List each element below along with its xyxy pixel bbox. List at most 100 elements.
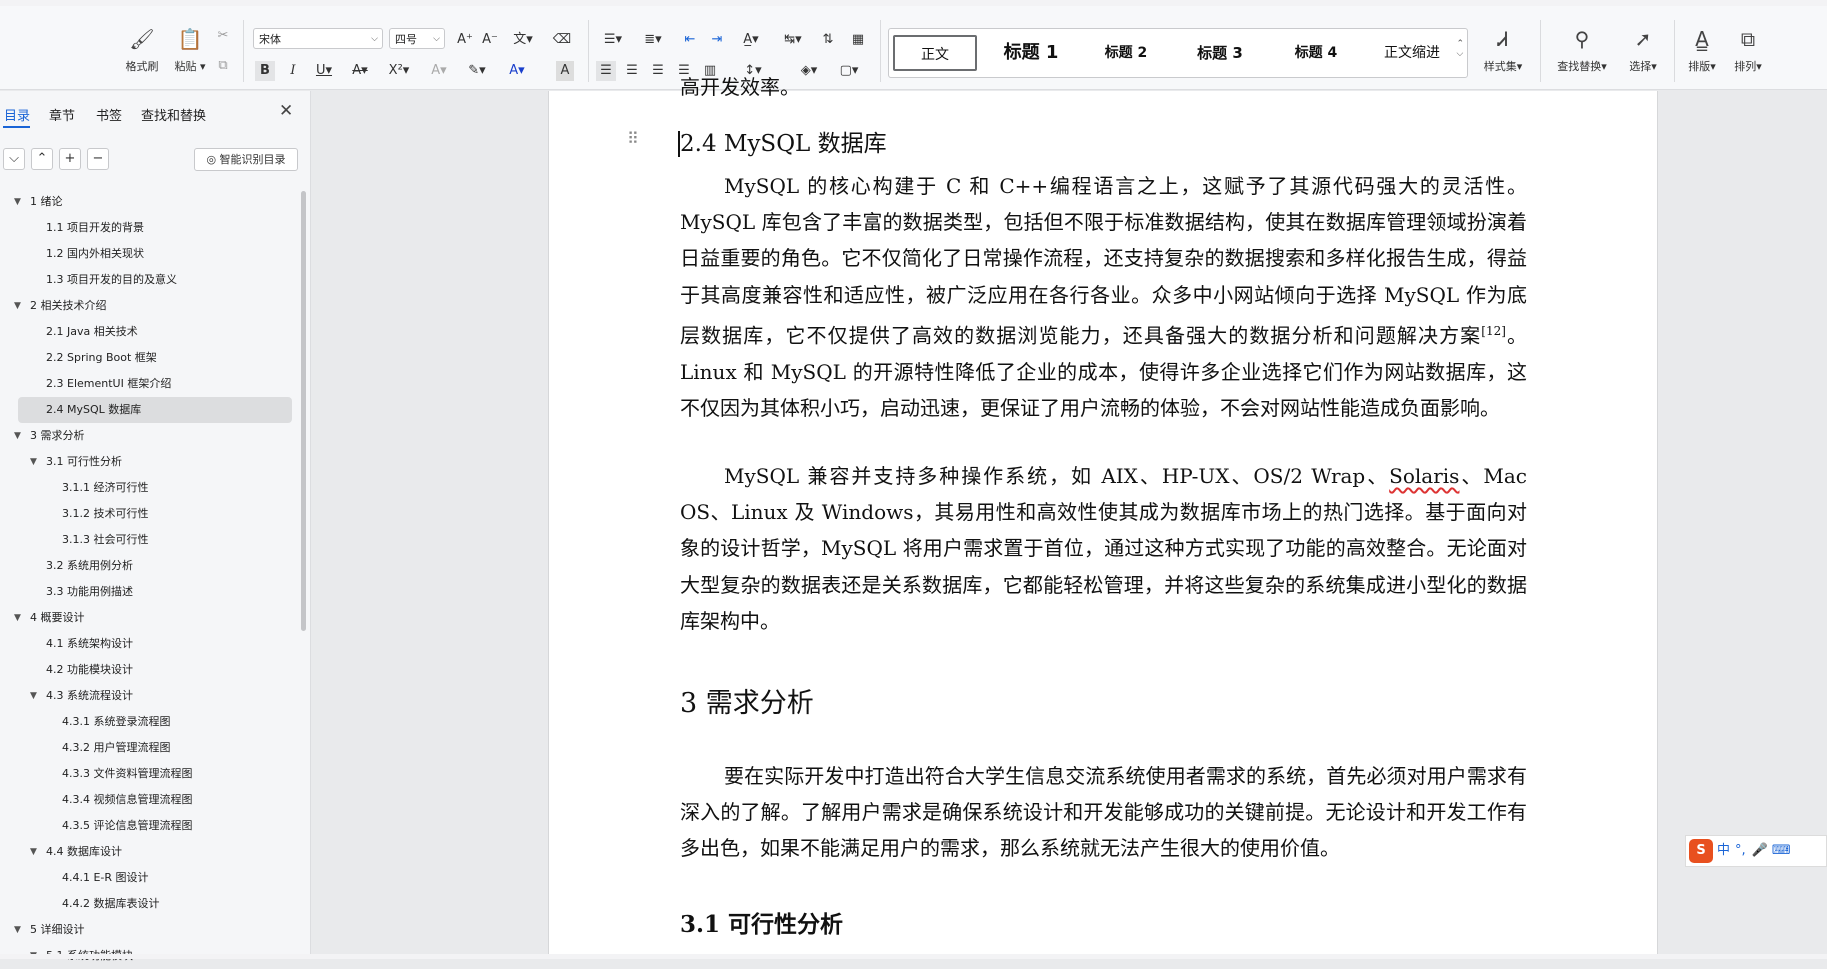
remove-heading-button[interactable]: − [87,148,109,170]
toc-item[interactable]: 4.1 系统架构设计 [0,631,300,657]
expand-caret-icon[interactable]: ▼ [14,189,21,215]
numbered-list-icon[interactable]: ≣▾ [638,30,668,50]
toc-item[interactable]: 3.1.1 经济可行性 [0,475,300,501]
toc-item[interactable]: ▼ 4.3 系统流程设计 [0,683,300,709]
toc-item[interactable]: ▼ 1 绪论 [0,189,300,215]
collapse-button[interactable]: ⌵ [3,148,25,170]
toc-item[interactable]: 4.3.1 系统登录流程图 [0,709,300,735]
toc-item[interactable]: 4.3.4 视频信息管理流程图 [0,787,300,813]
toc-item[interactable]: 3.1.3 社会可行性 [0,527,300,553]
grow-font-icon[interactable]: A⁺ [455,30,475,50]
bullet-list-icon[interactable]: ☰▾ [598,30,628,50]
keyboard-icon[interactable]: ⌨ [1772,843,1791,858]
clear-format-icon[interactable]: ⌫ [552,30,572,50]
expand-caret-icon[interactable]: ▼ [14,293,21,319]
decrease-indent-icon[interactable]: ⇤ [680,30,700,50]
cut-icon[interactable]: ✂ [212,26,234,46]
scrollbar[interactable] [301,191,306,631]
toc-item[interactable]: 4.3.3 文件资料管理流程图 [0,761,300,787]
toc-item[interactable]: ▼ 4.4 数据库设计 [0,839,300,865]
gallery-scroll-icon[interactable]: ⌃ ⌵ [1456,39,1464,59]
paste-button[interactable]: 📋 粘贴 ▾ [168,26,212,74]
add-heading-button[interactable]: + [59,148,81,170]
smart-toc-button[interactable]: ◎ 智能识别目录 [194,148,298,171]
text-direction-icon[interactable]: A̲▾ [736,30,766,50]
char-shading-icon[interactable]: A [556,61,574,81]
expand-button[interactable]: ⌃ [31,148,53,170]
document-area[interactable]: 高开发效率。 ⠿ 2.4 MySQL 数据库 MySQL 的核心构建于 C 和 … [312,75,1827,959]
toc-item[interactable]: ▼ 3 需求分析 [0,423,300,449]
toc-item[interactable]: 4.4.2 数据库表设计 [0,891,300,917]
style-set-button[interactable]: Ꮧ 样式集▾ [1476,26,1530,74]
toc-item[interactable]: ▼ 5 详细设计 [0,917,300,943]
drag-handle-icon[interactable]: ⠿ [627,129,639,148]
find-replace-button[interactable]: ⚲ 查找替换▾ [1550,26,1614,74]
text-effect-icon[interactable]: A▾ [424,61,454,81]
arrange-button[interactable]: ⧉ 排列▾ [1726,26,1770,74]
document-page[interactable]: 高开发效率。 ⠿ 2.4 MySQL 数据库 MySQL 的核心构建于 C 和 … [548,75,1658,959]
phonetic-icon[interactable]: 文▾ [508,30,538,50]
microphone-icon[interactable]: 🎤 [1752,843,1768,858]
table-grid-icon[interactable]: ▦ [848,30,868,50]
align-right-icon[interactable]: ☰ [648,61,668,81]
highlight-icon[interactable]: ✎▾ [462,61,492,81]
toc-item[interactable]: 2.1 Java 相关技术 [0,319,300,345]
ime-toolbar[interactable]: S 中 °, 🎤 ⌨ [1685,835,1827,867]
tab-bookmarks[interactable]: 书签 [96,105,122,124]
toc-item[interactable]: 2.4 MySQL 数据库 [18,397,292,423]
font-color-icon[interactable]: A▾ [502,61,532,81]
style-heading-1[interactable]: 标题 1 [985,35,1077,71]
sort-icon[interactable]: ⇅ [818,30,838,50]
toc-item[interactable]: 4.2 功能模块设计 [0,657,300,683]
toc-item[interactable]: 4.3.2 用户管理流程图 [0,735,300,761]
expand-caret-icon[interactable]: ▼ [30,449,37,475]
toc-item[interactable]: 2.3 ElementUI 框架介绍 [0,371,300,397]
toc-item[interactable]: 3.1.2 技术可行性 [0,501,300,527]
toc-item-label: 4.3.4 视频信息管理流程图 [62,793,193,806]
strikethrough-icon[interactable]: A▾ [346,61,374,81]
expand-caret-icon[interactable]: ▼ [14,917,21,943]
align-left-icon[interactable]: ☰ [596,61,616,81]
spelling-error[interactable]: Solaris [1389,464,1459,488]
expand-caret-icon[interactable]: ▼ [30,683,37,709]
expand-caret-icon[interactable]: ▼ [30,839,37,865]
toc-item[interactable]: ▼ 4 概要设计 [0,605,300,631]
tab-toc[interactable]: 目录 [4,105,30,124]
layout-button[interactable]: A̳ 排版▾ [1680,26,1724,74]
style-heading-3[interactable]: 标题 3 [1175,35,1265,71]
toc-item[interactable]: 2.2 Spring Boot 框架 [0,345,300,371]
expand-caret-icon[interactable]: ▼ [14,605,21,631]
toc-item[interactable]: 3.3 功能用例描述 [0,579,300,605]
style-body-indent[interactable]: 正文缩进 [1367,35,1457,71]
tab-chapters[interactable]: 章节 [49,105,75,124]
toc-item[interactable]: 1.3 项目开发的目的及意义 [0,267,300,293]
align-center-icon[interactable]: ☰ [622,61,642,81]
close-icon[interactable]: ✕ [279,101,293,121]
toc-item[interactable]: 4.4.1 E-R 图设计 [0,865,300,891]
font-size-select[interactable]: 四号 ⌵ [389,28,445,49]
superscript-icon[interactable]: X²▾ [384,61,414,81]
layout-icon: A̳ [1695,27,1709,51]
copy-icon[interactable]: ⧉ [212,56,234,76]
toc-item[interactable]: 1.2 国内外相关现状 [0,241,300,267]
style-heading-4[interactable]: 标题 4 [1271,35,1361,71]
italic-icon[interactable]: I [283,61,303,81]
font-name-select[interactable]: 宋体 ⌵ [253,28,383,49]
toc-item-label: 2 相关技术介绍 [30,299,107,312]
style-normal[interactable]: 正文 [893,35,977,71]
toc-item[interactable]: ▼ 2 相关技术介绍 [0,293,300,319]
toc-item[interactable]: 1.1 项目开发的背景 [0,215,300,241]
format-painter-button[interactable]: 🖌 格式刷 [120,26,164,74]
expand-caret-icon[interactable]: ▼ [14,423,21,449]
tab-find-replace[interactable]: 查找和替换 [141,105,206,124]
underline-icon[interactable]: U▾ [310,61,338,81]
bold-icon[interactable]: B [255,61,275,81]
increase-indent-icon[interactable]: ⇥ [707,30,727,50]
toc-item[interactable]: 4.3.5 评论信息管理流程图 [0,813,300,839]
select-button[interactable]: ➚ 选择▾ [1620,26,1666,74]
style-heading-2[interactable]: 标题 2 [1083,35,1169,71]
line-break-icon[interactable]: ↹▾ [778,30,808,50]
toc-item[interactable]: 3.2 系统用例分析 [0,553,300,579]
toc-item[interactable]: ▼ 3.1 可行性分析 [0,449,300,475]
shrink-font-icon[interactable]: A⁻ [480,30,500,50]
